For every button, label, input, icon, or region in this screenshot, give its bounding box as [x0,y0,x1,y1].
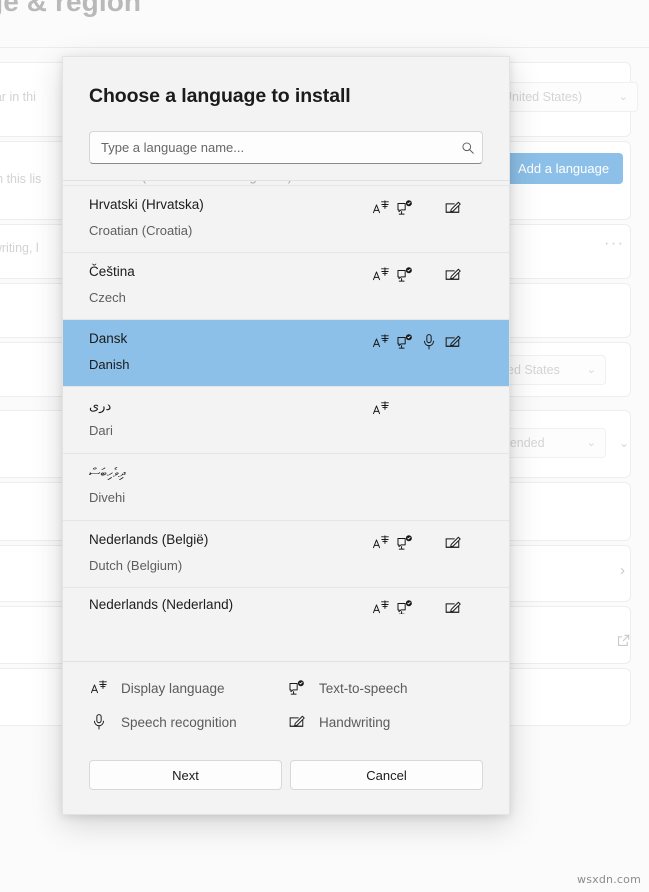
handwriting-icon [443,598,463,614]
language-english-name: Croatian (Bosnia and Herzegovina) [89,180,371,185]
search-input[interactable] [90,132,454,163]
text-to-speech-icon [395,598,415,614]
icon-legend: Display language Text-to-speech Speech rec… [63,661,509,742]
display-language-icon [371,198,391,218]
language-english-name: Czech [89,290,371,306]
legend-item-display-language: Display language [89,678,287,698]
legend-item-speech-recognition: Speech recognition [89,712,287,732]
choose-language-dialog: Choose a language to install Croatian (B… [62,56,510,815]
language-row-texts: Čeština Czech [89,264,371,306]
language-feature-icons [371,533,487,553]
language-row[interactable]: ދިވެހިބަސް Divehi [63,454,509,520]
language-native-name: Dansk [89,331,371,348]
language-english-name: Croatian (Croatia) [89,223,371,239]
language-feature-icons [371,180,487,185]
add-language-label: Add a language [518,161,609,176]
language-native-name: ދިވެހިބަސް [89,465,371,481]
watermark: wsxdn.com [577,873,641,886]
region-combobox[interactable]: ed States ⌄ [496,355,606,385]
divider [0,47,649,48]
region-value: ed States [507,363,560,377]
legend-label: Handwriting [319,715,390,730]
language-row[interactable]: Hrvatski (Hrvatska) Croatian (Croatia) [63,186,509,252]
text-to-speech-icon [395,198,415,218]
language-list-region[interactable]: Croatian (Bosnia and Herzegovina) Hrvatsk… [63,180,509,661]
legend-item-handwriting: Handwriting [287,712,483,732]
legend-label: Text-to-speech [319,681,408,696]
language-native-name: Čeština [89,264,371,281]
speech-recognition-icon [89,712,109,732]
chevron-right-icon[interactable]: › [620,563,625,578]
search-section [63,131,509,164]
language-native-name: Nederlands (België) [89,532,371,549]
language-feature-icons [371,332,487,352]
language-native-name: دری [89,398,371,414]
language-native-name: Hrvatski (Hrvatska) [89,197,371,214]
display-language-icon [89,678,109,698]
language-row-texts: دری Dari [89,398,371,440]
display-language-icon [371,332,391,352]
text-to-speech-icon [395,533,415,553]
language-row[interactable]: Croatian (Bosnia and Herzegovina) [63,180,509,185]
dialog-title: Choose a language to install [89,85,483,108]
add-language-button[interactable]: Add a language [504,153,623,184]
background-text-1: ppear in thi [0,90,36,104]
language-row[interactable]: Nederlands (België) Dutch (Belgium) [63,521,509,587]
language-row-texts: Dansk Danish [89,331,371,373]
speech-recognition-icon [419,332,439,352]
chevron-down-icon: ⌄ [619,92,628,103]
display-language-icon [371,533,391,553]
language-row[interactable]: Dansk Danish [63,320,509,386]
row-overflow-menu[interactable]: ··· [604,236,624,252]
language-english-name: Dari [89,423,371,439]
background-text-3: andwriting, l [0,241,39,255]
chevron-down-icon: ⌄ [587,438,596,449]
language-row[interactable]: Nederlands (Nederland) [63,588,509,614]
handwriting-icon [443,265,463,285]
legend-label: Display language [121,681,225,696]
language-english-name: Dutch (Belgium) [89,558,371,574]
display-language-combobox[interactable]: United States) ⌄ [492,82,638,112]
language-row[interactable]: Čeština Czech [63,253,509,319]
dialog-footer: Next Cancel [63,742,509,814]
page-title: ge & region [0,0,141,18]
handwriting-icon [287,712,307,732]
display-language-value: United States) [503,90,582,104]
display-language-icon [371,399,391,419]
search-box[interactable] [89,131,483,164]
handwriting-icon [443,198,463,218]
language-row-texts: Croatian (Bosnia and Herzegovina) [89,180,371,185]
language-row-texts: Nederlands (Nederland) [89,597,371,614]
external-link-icon[interactable] [616,633,631,648]
language-feature-icons [371,466,487,486]
legend-label: Speech recognition [121,715,237,730]
language-feature-icons [371,399,487,419]
language-english-name: Danish [89,357,371,373]
handwriting-icon [443,332,463,352]
expander-chevron-icon[interactable]: ⌄ [619,437,629,449]
handwriting-icon [443,533,463,553]
cancel-button[interactable]: Cancel [290,760,483,790]
language-feature-icons [371,198,487,218]
language-row[interactable]: دری Dari [63,387,509,453]
language-feature-icons [371,265,487,285]
next-button[interactable]: Next [89,760,282,790]
text-to-speech-icon [395,332,415,352]
search-icon[interactable] [454,141,482,155]
language-row-texts: Hrvatski (Hrvatska) Croatian (Croatia) [89,197,371,239]
legend-item-text-to-speech: Text-to-speech [287,678,483,698]
language-row-texts: ދިވެހިބަސް Divehi [89,465,371,507]
dialog-header: Choose a language to install [63,57,509,108]
language-row-texts: Nederlands (België) Dutch (Belgium) [89,532,371,574]
chevron-down-icon: ⌄ [587,365,596,376]
text-to-speech-icon [287,678,307,698]
language-list[interactable]: Croatian (Bosnia and Herzegovina) Hrvatsk… [63,180,509,661]
display-language-icon [371,265,391,285]
text-to-speech-icon [395,265,415,285]
language-english-name: Divehi [89,490,371,506]
language-feature-icons [371,598,487,614]
language-native-name: Nederlands (Nederland) [89,597,371,614]
background-text-2: ge in this lis [0,172,41,186]
display-language-icon [371,598,391,614]
